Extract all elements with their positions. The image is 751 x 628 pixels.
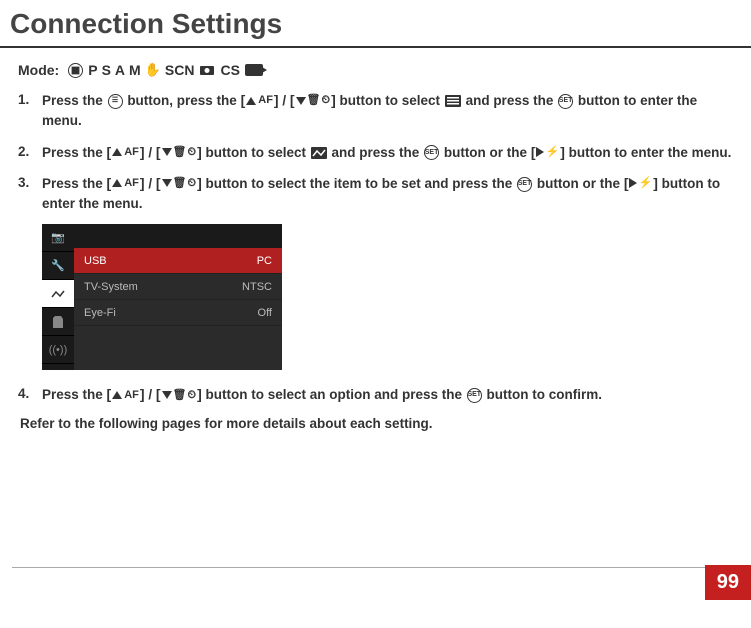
text: and press the	[332, 145, 424, 160]
set-button-icon: SET	[424, 145, 439, 160]
right-flash-button: [⚡]	[624, 173, 658, 194]
text: Press the	[42, 93, 107, 108]
menu-value: NTSC	[242, 281, 272, 293]
tab-setup-icon: 🔧	[42, 252, 74, 280]
text: button, press the	[127, 93, 240, 108]
down-trash-timer-button: [🗑⏲]	[156, 384, 202, 405]
text: button to enter the menu.	[569, 145, 732, 160]
text: button to confirm.	[487, 387, 602, 402]
steps-list-2: Press the [AF] / [🗑⏲] button to select a…	[18, 384, 733, 405]
page-title: Connection Settings	[0, 0, 751, 48]
up-af-button: [AF]	[107, 142, 145, 163]
text: /	[148, 387, 156, 402]
up-af-button: [AF]	[241, 90, 279, 111]
refer-text: Refer to the following pages for more de…	[20, 416, 733, 431]
text: /	[282, 93, 290, 108]
tab-sd-icon	[42, 308, 74, 336]
page-number: 99	[705, 565, 751, 600]
down-trash-timer-button: [🗑⏲]	[156, 142, 202, 163]
tab-shoot-icon: 📷	[42, 224, 74, 252]
text: Press the	[42, 387, 107, 402]
tab-connection-icon	[42, 280, 74, 308]
mode-icons: P S A M ✋ SCN CS	[67, 62, 264, 78]
menu-sidebar: 📷 🔧 ((•))	[42, 224, 74, 370]
step-1: Press the ☰ button, press the [AF] / [🗑⏲…	[18, 90, 733, 132]
text: and press the	[466, 93, 558, 108]
menu-value: Off	[258, 307, 272, 319]
text: /	[148, 176, 156, 191]
set-button-icon: SET	[517, 177, 532, 192]
text: button to select	[340, 93, 444, 108]
down-trash-timer-button: [🗑⏲]	[290, 90, 336, 111]
menu-body: USB PC TV-System NTSC Eye-Fi Off	[74, 224, 282, 370]
menu-value: PC	[257, 255, 272, 267]
text: Press the	[42, 145, 107, 160]
mode-s: S	[102, 62, 111, 78]
text: button or the	[537, 176, 624, 191]
up-af-button: [AF]	[107, 384, 145, 405]
menu-footer	[74, 326, 282, 370]
mode-scn: SCN	[165, 62, 195, 78]
connection-icon	[311, 147, 327, 159]
mode-m: M	[129, 62, 141, 78]
menu-button-icon: ☰	[108, 94, 123, 109]
down-trash-timer-button: [🗑⏲]	[156, 173, 202, 194]
mode-row: Mode: P S A M ✋ SCN CS	[18, 62, 733, 78]
camera-icon	[199, 64, 215, 76]
text: /	[148, 145, 156, 160]
menu-row-tv: TV-System NTSC	[74, 274, 282, 300]
up-af-button: [AF]	[107, 173, 145, 194]
set-button-icon: SET	[558, 94, 573, 109]
right-flash-button: [⚡]	[531, 142, 565, 163]
hand-icon: ✋	[145, 62, 161, 78]
mode-a: A	[115, 62, 125, 78]
auto-icon	[68, 63, 83, 78]
step-3: Press the [AF] / [🗑⏲] button to select t…	[18, 173, 733, 215]
text: button to select an option and press the	[206, 387, 466, 402]
menu-label: TV-System	[84, 281, 138, 293]
steps-list: Press the ☰ button, press the [AF] / [🗑⏲…	[18, 90, 733, 214]
mode-label: Mode:	[18, 62, 59, 78]
text: button or the	[444, 145, 531, 160]
text: Press the	[42, 176, 107, 191]
text: button to select	[206, 145, 310, 160]
mode-cs: CS	[220, 62, 239, 78]
menu-header	[74, 224, 282, 248]
footer-rule	[12, 567, 739, 568]
mode-p: P	[88, 62, 97, 78]
menu-label: Eye-Fi	[84, 307, 116, 319]
set-button-icon: SET	[467, 388, 482, 403]
text: button to select the item to be set and …	[206, 176, 517, 191]
step-2: Press the [AF] / [🗑⏲] button to select a…	[18, 142, 733, 163]
menu-label: USB	[84, 255, 107, 267]
step-4: Press the [AF] / [🗑⏲] button to select a…	[18, 384, 733, 405]
menu-preview: 📷 🔧 ((•)) USB PC TV-System NTSC Eye-Fi O…	[42, 224, 282, 370]
film-icon	[245, 64, 263, 76]
menu-row-eyefi: Eye-Fi Off	[74, 300, 282, 326]
menu-list-icon	[445, 95, 461, 107]
tab-wifi-icon: ((•))	[42, 336, 74, 364]
menu-row-usb: USB PC	[74, 248, 282, 274]
